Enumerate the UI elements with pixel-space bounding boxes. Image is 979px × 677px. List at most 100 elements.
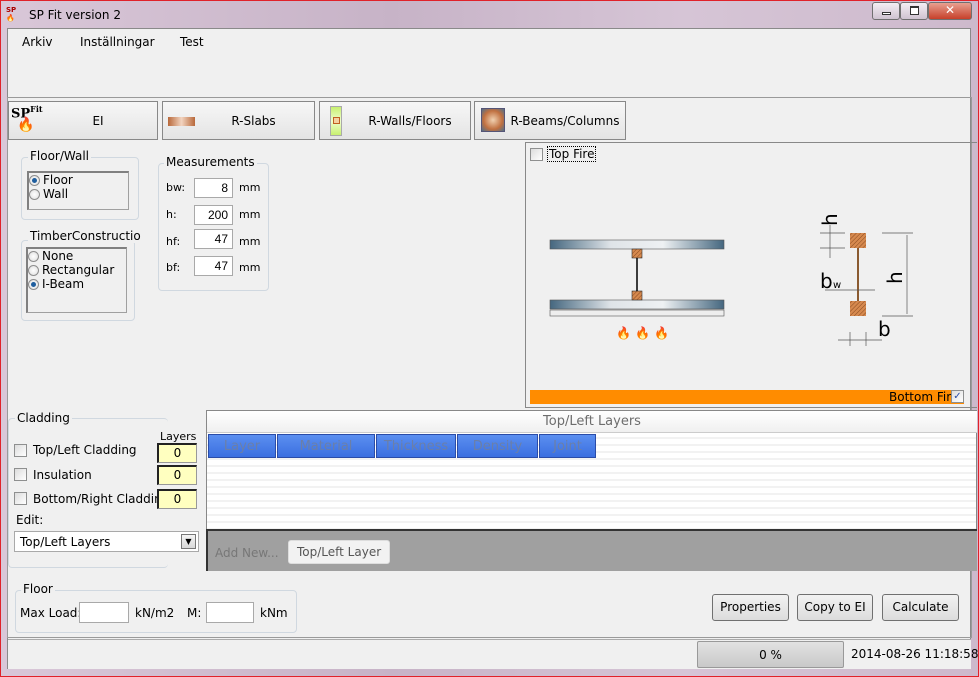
tab-label: R-Beams/Columns bbox=[510, 113, 620, 128]
bottom-fire-checkbox[interactable]: ✓ bbox=[951, 390, 964, 403]
unit-label: mm bbox=[239, 261, 261, 274]
m-input[interactable] bbox=[206, 602, 254, 623]
radio-label: None bbox=[42, 249, 74, 263]
checkbox-icon bbox=[530, 147, 543, 161]
bf-input[interactable] bbox=[194, 256, 233, 276]
minimize-button[interactable] bbox=[872, 2, 900, 20]
bw-subscript: w bbox=[833, 280, 841, 291]
floor-wall-list: Floor Wall bbox=[27, 171, 129, 210]
edit-label: Edit: bbox=[16, 513, 44, 527]
tab-label: R-Walls/Floors bbox=[368, 113, 452, 128]
add-new-label: Add New... bbox=[215, 546, 279, 560]
b-symbol: b bbox=[878, 317, 891, 341]
copy-to-ei-button[interactable]: Copy to EI bbox=[797, 594, 873, 621]
checkbox-label: Bottom/Right Cladding bbox=[33, 492, 170, 506]
flame-icon: 🔥 bbox=[635, 326, 650, 340]
tab-r-slabs[interactable]: R-Slabs bbox=[162, 101, 315, 140]
bottom-board bbox=[549, 309, 725, 317]
radio-icon bbox=[29, 188, 40, 200]
column-header-joint[interactable]: Joint bbox=[539, 434, 596, 458]
hf-input[interactable] bbox=[194, 229, 233, 249]
column-header-layer[interactable]: Layer bbox=[208, 434, 276, 458]
radio-icon bbox=[28, 278, 39, 290]
top-left-layers-count: 0 bbox=[157, 443, 197, 463]
tab-r-walls-floors[interactable]: R-Walls/Floors bbox=[319, 101, 471, 140]
bottom-fire-label: Bottom Fire bbox=[889, 390, 959, 404]
insulation-layers-count: 0 bbox=[157, 465, 197, 485]
h-symbol: h bbox=[883, 271, 907, 284]
radio-label: Wall bbox=[43, 187, 69, 201]
group-title: Cladding bbox=[15, 411, 72, 425]
bottom-right-cladding-checkbox[interactable] bbox=[14, 492, 27, 505]
top-fire-checkbox[interactable]: Top Fire bbox=[530, 146, 597, 162]
add-new-bar: Add New... Top/Left Layer bbox=[206, 529, 977, 571]
i-beam-diagram: 🔥 🔥 🔥 h b w h b bbox=[549, 213, 913, 346]
grid-title: Top/Left Layers bbox=[207, 411, 977, 433]
bottom-flange bbox=[631, 290, 643, 301]
checkbox-label: Top Fire bbox=[547, 146, 597, 162]
add-layer-button[interactable]: Top/Left Layer bbox=[288, 540, 391, 564]
menu-test[interactable]: Test bbox=[180, 35, 204, 49]
bottom-right-layers-count: 0 bbox=[157, 489, 197, 509]
menu-arkiv[interactable]: Arkiv bbox=[22, 35, 53, 49]
maximize-button[interactable] bbox=[900, 2, 928, 20]
flame-icon: 🔥 bbox=[616, 326, 631, 340]
unit-label: mm bbox=[239, 181, 261, 194]
max-load-label: Max Load: bbox=[20, 606, 82, 620]
edit-dropdown[interactable]: Top/Left Layers ▼ bbox=[14, 531, 199, 552]
top-flange bbox=[631, 248, 643, 259]
checkbox-label: Insulation bbox=[33, 468, 92, 482]
hf-label: hf: bbox=[166, 235, 181, 248]
radio-rectangular[interactable]: Rectangular bbox=[28, 263, 126, 277]
section-bottom-flange bbox=[850, 301, 866, 316]
radio-icon bbox=[29, 174, 40, 186]
top-slab bbox=[549, 239, 725, 250]
unit-label: mm bbox=[239, 208, 261, 221]
bw-symbol: b bbox=[820, 269, 833, 293]
tab-label: EI bbox=[92, 113, 104, 128]
bw-label: bw: bbox=[166, 181, 186, 194]
chevron-down-icon: ▼ bbox=[181, 534, 196, 549]
h-input[interactable] bbox=[194, 205, 233, 225]
radio-none[interactable]: None bbox=[28, 249, 126, 263]
radio-i-beam[interactable]: I-Beam bbox=[28, 277, 126, 291]
group-title: Floor/Wall bbox=[28, 149, 92, 163]
status-timestamp: 2014-08-26 11:18:58 bbox=[851, 647, 979, 661]
tab-r-beams-columns[interactable]: R-Beams/Columns bbox=[474, 101, 626, 140]
window-title: SP Fit version 2 bbox=[29, 8, 121, 22]
bw-input[interactable] bbox=[194, 178, 233, 198]
group-title: Measurements bbox=[164, 155, 257, 169]
top-left-cladding-checkbox[interactable] bbox=[14, 444, 27, 457]
progress-text: 0 % bbox=[759, 648, 782, 662]
unit-label: kN/m2 bbox=[135, 606, 175, 620]
progress-bar: 0 % bbox=[697, 641, 844, 668]
radio-wall[interactable]: Wall bbox=[29, 187, 128, 201]
bf-label: bf: bbox=[166, 261, 181, 274]
group-title: Floor bbox=[21, 582, 55, 596]
unit-label: kNm bbox=[260, 606, 288, 620]
column-header-thickness[interactable]: Thickness bbox=[376, 434, 456, 458]
tab-ei[interactable]: SPFit 🔥 EI bbox=[8, 101, 158, 140]
unit-label: mm bbox=[239, 235, 261, 248]
section-top-flange bbox=[850, 233, 866, 248]
checkbox-label: Top/Left Cladding bbox=[33, 443, 137, 457]
insulation-checkbox[interactable] bbox=[14, 468, 27, 481]
m-label: M: bbox=[187, 606, 202, 620]
column-header-material[interactable]: Material bbox=[277, 434, 375, 458]
radio-floor[interactable]: Floor bbox=[29, 173, 128, 187]
close-button[interactable]: ✕ bbox=[928, 2, 972, 20]
menu-installningar[interactable]: Inställningar bbox=[80, 35, 155, 49]
bottom-slab bbox=[549, 299, 725, 310]
hf-symbol: h bbox=[818, 213, 842, 226]
properties-button[interactable]: Properties bbox=[712, 594, 789, 621]
timber-construction-list: None Rectangular I-Beam bbox=[26, 247, 127, 313]
max-load-input[interactable] bbox=[79, 602, 129, 623]
group-title: TimberConstructio bbox=[28, 229, 143, 243]
dropdown-value: Top/Left Layers bbox=[20, 535, 111, 549]
layers-header: Layers bbox=[160, 430, 197, 443]
calculate-button[interactable]: Calculate bbox=[882, 594, 959, 621]
radio-label: Rectangular bbox=[42, 263, 115, 277]
flame-icon: 🔥 bbox=[654, 326, 669, 340]
column-header-density[interactable]: Density bbox=[457, 434, 538, 458]
tab-label: R-Slabs bbox=[231, 113, 276, 128]
